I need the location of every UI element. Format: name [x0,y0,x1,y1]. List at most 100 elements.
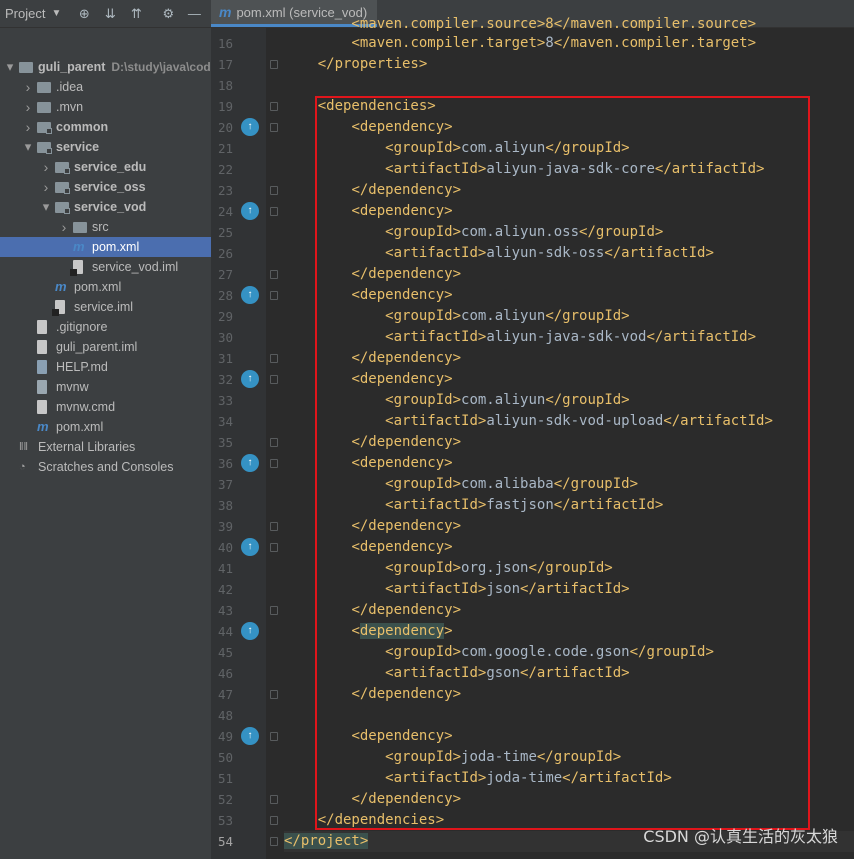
hide-panel-icon[interactable]: — [187,6,201,21]
maven-dependency-icon[interactable]: ↑ [241,202,259,220]
line-number: 48 [217,708,233,723]
line-number: 31 [217,351,233,366]
chevron-right-icon[interactable]: › [23,97,33,117]
tree-item[interactable]: › service_oss [0,177,211,197]
code-line: <dependency> [284,453,452,474]
code-line: <dependency> [284,726,452,747]
tree-item[interactable]: mvnw.cmd [0,397,211,417]
maven-dependency-icon[interactable]: ↑ [241,727,259,745]
tree-item[interactable]: ‖‖ External Libraries [0,437,211,457]
code-line: <groupId>com.google.code.gson</groupId> [284,642,714,663]
maven-dependency-icon[interactable]: ↑ [241,286,259,304]
maven-dependency-icon[interactable]: ↑ [241,370,259,388]
fold-marker-icon[interactable] [270,186,278,195]
tree-item[interactable]: › service_edu [0,157,211,177]
fold-marker-icon[interactable] [270,837,278,846]
code-line: <dependency> [284,369,452,390]
chevron-right-icon[interactable]: › [59,217,69,237]
chevron-down-icon[interactable]: ▾ [41,197,51,217]
tree-item[interactable]: HELP.md [0,357,211,377]
project-view-selector[interactable]: Project [0,6,45,21]
tree-item[interactable]: › .mvn [0,97,211,117]
tree-item[interactable]: service.iml [0,297,211,317]
maven-dependency-icon[interactable]: ↑ [241,118,259,136]
fold-marker-icon[interactable] [270,207,278,216]
maven-dependency-icon[interactable]: ↑ [241,538,259,556]
fold-marker-icon[interactable] [270,543,278,552]
tree-item[interactable]: m pom.xml [0,417,211,437]
fold-marker-icon[interactable] [270,438,278,447]
tree-item[interactable]: mvnw [0,377,211,397]
fold-marker-icon[interactable] [270,522,278,531]
tree-item[interactable]: › common [0,117,211,137]
maven-dependency-icon[interactable]: ↑ [241,454,259,472]
fold-marker-icon[interactable] [270,375,278,384]
fold-marker-icon[interactable] [270,690,278,699]
tree-item[interactable]: ▾ guli_parent D:\study\java\code\ [0,57,211,77]
tree-item[interactable]: ▾ service_vod [0,197,211,217]
fold-marker-icon[interactable] [270,816,278,825]
line-number: 40 [217,540,233,555]
chevron-right-icon[interactable]: › [41,157,51,177]
gear-icon[interactable]: ⚙ [161,6,175,21]
line-number: 45 [217,645,233,660]
fold-marker-icon[interactable] [270,459,278,468]
script-file-icon [37,380,47,394]
expand-all-icon[interactable]: ⇊ [103,6,117,21]
chevron-right-icon[interactable]: › [41,177,51,197]
code-token: </artifactId> [654,161,765,177]
chevron-down-icon[interactable]: ▾ [23,137,33,157]
code-editor[interactable]: <maven.compiler.source>8</maven.compiler… [284,16,854,859]
markdown-file-icon [37,360,47,374]
chevron-right-icon[interactable]: › [23,117,33,137]
tree-item[interactable]: › src [0,217,211,237]
fold-marker-icon[interactable] [270,123,278,132]
code-token: aliyun-java-sdk-core [486,161,655,177]
chevron-down-icon[interactable]: ▾ [5,57,15,77]
tree-item-label: common [56,120,109,134]
tree-item[interactable]: m pom.xml [0,277,211,297]
tree-item[interactable]: .gitignore [0,317,211,337]
line-number: 22 [217,162,233,177]
fold-marker-icon[interactable] [270,60,278,69]
fold-marker-icon[interactable] [270,270,278,279]
code-line: <maven.compiler.target>8</maven.compiler… [284,33,756,54]
tree-item[interactable]: guli_parent.iml [0,337,211,357]
code-line: <artifactId>fastjson</artifactId> [284,495,663,516]
line-number: 34 [217,414,233,429]
chevron-right-icon[interactable]: › [23,77,33,97]
code-token: com.aliyun [461,140,546,156]
scratches-icon: ◔ [19,461,26,473]
fold-marker-icon[interactable] [270,732,278,741]
code-token: <dependency> [351,539,453,555]
code-line: </properties> [284,54,428,75]
tree-item[interactable]: m pom.xml [0,237,211,257]
code-token: </dependency> [351,266,462,282]
line-number-gutter: 16 17 18 19 20 ↑ 21 22 23 24 ↑ 25 26 27 28 ↑ 29 30 31 32 ↑ 33… [211,28,266,859]
code-token: <groupId> [385,560,462,576]
locate-file-icon[interactable]: ⊕ [77,6,91,21]
line-number: 54 [217,834,233,849]
iml-file-icon [70,260,83,276]
fold-marker-icon[interactable] [270,795,278,804]
fold-marker-icon[interactable] [270,102,278,111]
code-line: <dependency> [284,201,452,222]
fold-marker-icon[interactable] [270,291,278,300]
tree-item[interactable]: ▾ service [0,137,211,157]
maven-dependency-icon[interactable]: ↑ [241,622,259,640]
tree-item-label: service_vod [74,200,147,214]
collapse-all-icon[interactable]: ⇈ [129,6,143,21]
tree-item[interactable]: service_vod.iml [0,257,211,277]
tree-item[interactable]: ◔ Scratches and Consoles [0,457,211,477]
chevron-down-icon[interactable]: ▼ [51,8,61,19]
code-token: </artifactId> [520,665,630,681]
fold-marker-icon[interactable] [270,606,278,615]
code-token: com.google.code.gson [461,644,630,660]
code-token: </artifactId> [646,329,757,345]
fold-marker-icon[interactable] [270,354,278,363]
tree-item[interactable]: › .idea [0,77,211,97]
